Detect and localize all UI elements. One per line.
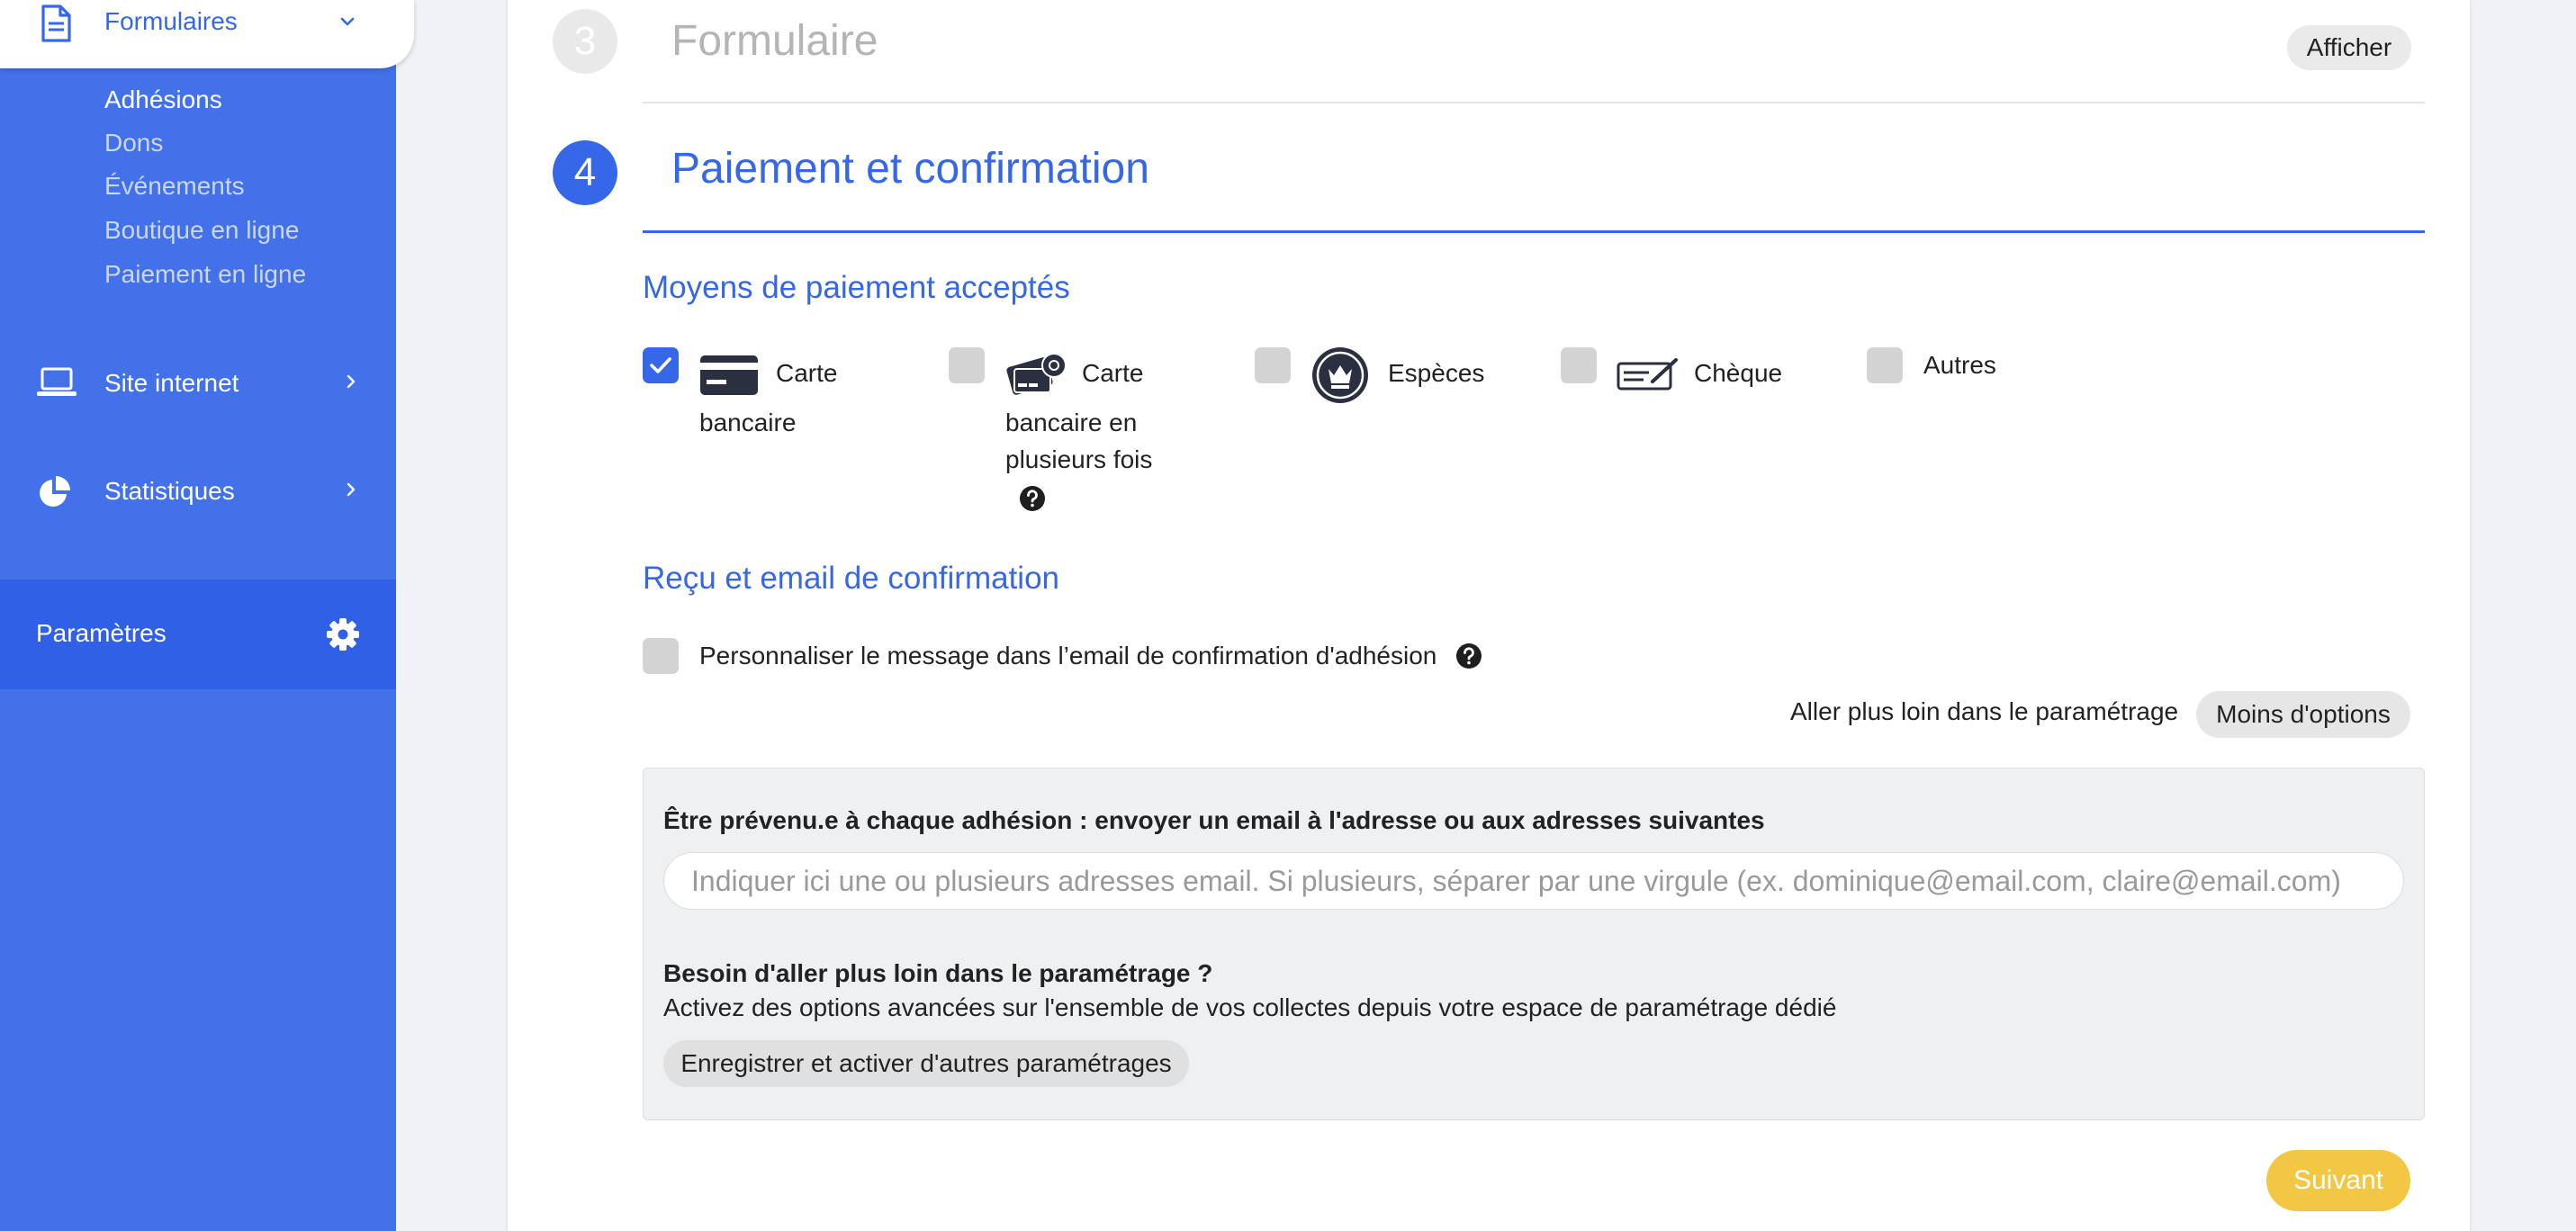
card-installments-icon xyxy=(1005,349,1068,404)
laptop-icon xyxy=(36,366,77,403)
advanced-question: Besoin d'aller plus loin dans le paramét… xyxy=(663,959,1213,987)
credit-card-icon xyxy=(699,355,759,400)
sidebar-subitem-paiement[interactable]: Paiement en ligne xyxy=(104,260,306,289)
advanced-settings-label: Aller plus loin dans le paramétrage xyxy=(1790,697,2179,725)
card-label-line1: Carte xyxy=(776,359,838,387)
customize-message-label: Personnaliser le message dans l’email de… xyxy=(699,642,1437,669)
step-4-title: Paiement et confirmation xyxy=(671,145,1149,193)
card-installments-label-line1: Carte xyxy=(1082,359,1144,387)
divider xyxy=(643,230,2425,233)
coin-icon xyxy=(1311,346,1370,409)
sidebar-item-statistiques[interactable]: Statistiques xyxy=(0,459,396,522)
question-circle-icon[interactable] xyxy=(1455,642,1482,674)
sidebar-item-label: Site internet xyxy=(104,369,239,397)
card-installments-label-line2: bancaire en xyxy=(1005,409,1138,436)
chevron-right-icon xyxy=(342,481,360,503)
other-label: Autres xyxy=(1923,351,1996,379)
sidebar-item-label: Formulaires xyxy=(104,7,238,35)
customize-message-checkbox[interactable] xyxy=(643,638,679,674)
chevron-down-icon xyxy=(337,11,358,37)
next-button[interactable]: Suivant xyxy=(2266,1150,2410,1211)
advanced-description: Activez des options avancées sur l'ensem… xyxy=(663,993,1837,1021)
notify-title: Être prévenu.e à chaque adhésion : envoy… xyxy=(663,806,1765,834)
notify-email-input[interactable] xyxy=(663,852,2404,910)
notification-settings-box: Être prévenu.e à chaque adhésion : envoy… xyxy=(643,768,2425,1120)
pie-chart-icon xyxy=(36,474,72,515)
sidebar-item-site-internet[interactable]: Site internet xyxy=(0,351,396,414)
card-installments-label-line3: plusieurs fois xyxy=(1005,445,1153,473)
document-icon xyxy=(38,4,74,48)
checkmark-icon xyxy=(650,357,671,373)
sidebar-subitem-dons[interactable]: Dons xyxy=(104,129,163,157)
sidebar-subitem-adhesions[interactable]: Adhésions xyxy=(104,85,222,114)
main-panel: 3 Formulaire Afficher 4 Paiement et conf… xyxy=(508,0,2470,1231)
cash-label: Espèces xyxy=(1388,359,1485,387)
sidebar-subitem-boutique[interactable]: Boutique en ligne xyxy=(104,216,299,245)
sidebar-item-parametres[interactable]: Paramètres xyxy=(0,580,396,689)
cheque-icon xyxy=(1617,356,1680,397)
sidebar: Formulaires Adhésions Dons Événements Bo… xyxy=(0,0,414,1231)
show-step-3-button[interactable]: Afficher xyxy=(2287,25,2411,70)
cash-checkbox[interactable] xyxy=(1255,347,1291,383)
question-circle-icon[interactable] xyxy=(1019,485,1046,517)
chevron-right-icon xyxy=(342,373,360,395)
step-4-number: 4 xyxy=(553,140,617,205)
sidebar-item-label: Statistiques xyxy=(104,477,235,505)
card-installments-checkbox[interactable] xyxy=(949,347,985,383)
less-options-button[interactable]: Moins d'options xyxy=(2196,691,2410,738)
divider xyxy=(643,102,2425,103)
cheque-checkbox[interactable] xyxy=(1561,347,1597,383)
save-and-activate-button[interactable]: Enregistrer et activer d'autres paramétr… xyxy=(663,1040,1189,1087)
sidebar-item-formulaires[interactable]: Formulaires xyxy=(0,0,414,68)
sidebar-subitem-evenements[interactable]: Événements xyxy=(104,172,245,201)
confirmation-title: Reçu et email de confirmation xyxy=(643,561,1059,596)
step-3-number: 3 xyxy=(553,9,617,74)
other-checkbox[interactable] xyxy=(1867,347,1903,383)
cheque-label: Chèque xyxy=(1694,359,1783,387)
sidebar-item-label: Paramètres xyxy=(36,619,167,647)
gear-icon xyxy=(326,617,360,656)
step-3-title: Formulaire xyxy=(671,17,878,65)
card-label-line2: bancaire xyxy=(699,409,797,436)
card-checkbox[interactable] xyxy=(643,347,679,383)
payment-methods-title: Moyens de paiement acceptés xyxy=(643,270,1070,305)
